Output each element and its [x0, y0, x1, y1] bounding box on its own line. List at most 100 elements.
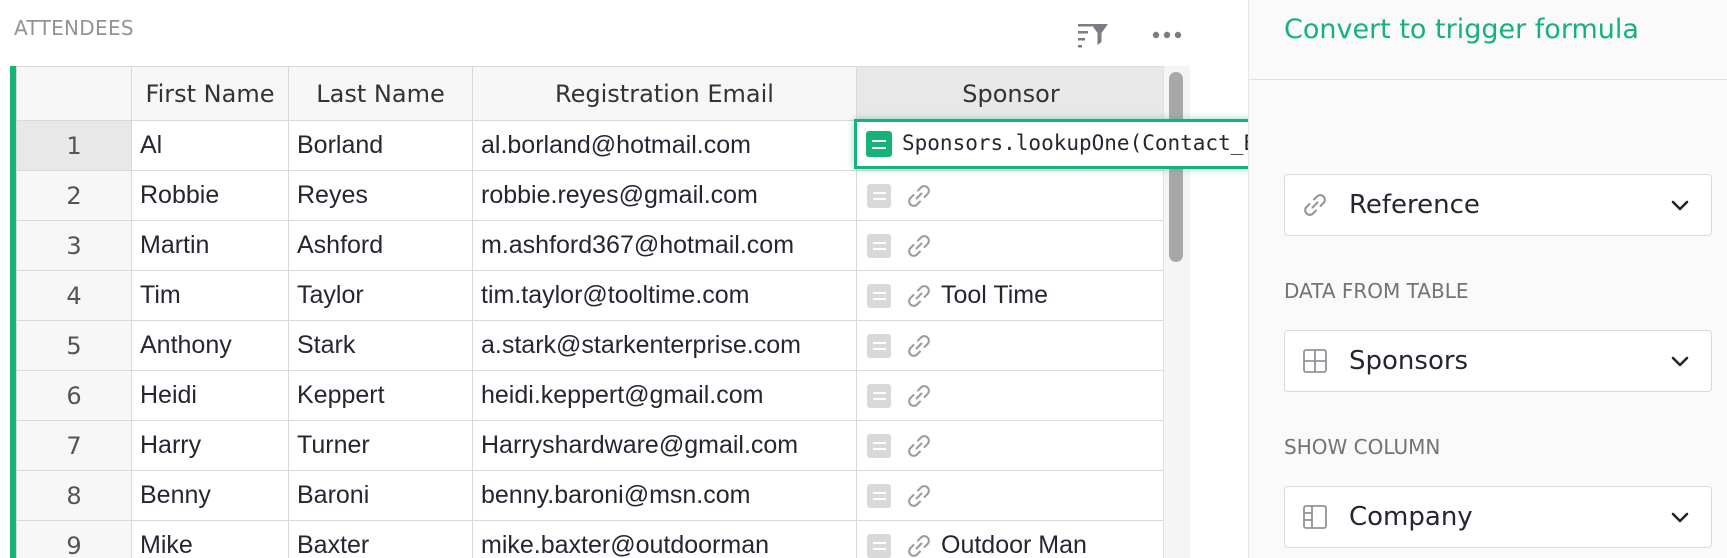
sort-filter-button[interactable]: [1076, 18, 1110, 52]
link-icon: [905, 382, 933, 410]
formula-icon: [867, 483, 891, 508]
table-row[interactable]: 4 Tim Taylor tim.taylor@tooltime.com Tool Ti…: [16, 270, 1166, 321]
cell-sponsor[interactable]: [856, 220, 1166, 271]
column-header-first-name[interactable]: First Name: [131, 66, 289, 121]
cell-registration-email[interactable]: al.borland@hotmail.com: [472, 120, 857, 171]
section-title: ATTENDEES: [14, 16, 134, 40]
data-from-table-label: DATA FROM TABLE: [1284, 279, 1469, 303]
chevron-down-icon: [1671, 512, 1689, 523]
show-column-label: SHOW COLUMN: [1284, 435, 1441, 459]
formula-icon: [867, 383, 891, 408]
formula-icon: [867, 333, 891, 358]
cell-first-name[interactable]: Heidi: [131, 370, 289, 421]
more-options-icon: [1152, 31, 1182, 39]
column-type-value: Reference: [1349, 190, 1480, 220]
cell-sponsor[interactable]: Tool Time: [856, 270, 1166, 321]
more-options-button[interactable]: [1150, 18, 1184, 52]
cell-sponsor[interactable]: [856, 470, 1166, 521]
row-number[interactable]: 8: [16, 470, 132, 521]
cell-registration-email[interactable]: benny.baroni@msn.com: [472, 470, 857, 521]
cell-last-name[interactable]: Taylor: [288, 270, 473, 321]
active-section-indicator: [10, 66, 16, 558]
sort-filter-icon: [1078, 24, 1108, 48]
row-number[interactable]: 4: [16, 270, 132, 321]
row-number[interactable]: 3: [16, 220, 132, 271]
cell-registration-email[interactable]: m.ashford367@hotmail.com: [472, 220, 857, 271]
cell-first-name[interactable]: Anthony: [131, 320, 289, 371]
formula-icon: [866, 131, 892, 157]
cell-registration-email[interactable]: mike.baxter@outdoorman: [472, 520, 857, 558]
table-row[interactable]: 6 Heidi Keppert heidi.keppert@gmail.com: [16, 370, 1166, 421]
cell-first-name[interactable]: Benny: [131, 470, 289, 521]
row-number-header[interactable]: [16, 66, 132, 121]
column-type-select[interactable]: Reference: [1284, 174, 1712, 236]
cell-first-name[interactable]: Tim: [131, 270, 289, 321]
cell-last-name[interactable]: Borland: [288, 120, 473, 171]
row-number[interactable]: 7: [16, 420, 132, 471]
table-row[interactable]: 2 Robbie Reyes robbie.reyes@gmail.com: [16, 170, 1166, 221]
column-icon: [1301, 503, 1329, 531]
row-number[interactable]: 9: [16, 520, 132, 558]
cell-first-name[interactable]: Harry: [131, 420, 289, 471]
cell-sponsor[interactable]: [856, 420, 1166, 471]
cell-first-name[interactable]: Robbie: [131, 170, 289, 221]
show-column-select[interactable]: Company: [1284, 486, 1712, 548]
chevron-down-icon: [1671, 200, 1689, 211]
cell-registration-email[interactable]: a.stark@starkenterprise.com: [472, 320, 857, 371]
cell-sponsor[interactable]: [856, 170, 1166, 221]
formula-icon: [867, 183, 891, 208]
right-panel: Convert to trigger formula Reference DAT…: [1248, 0, 1727, 558]
link-icon: [1301, 191, 1329, 219]
cell-sponsor[interactable]: [856, 370, 1166, 421]
link-icon: [905, 432, 933, 460]
cell-sponsor[interactable]: Outdoor Man: [856, 520, 1166, 558]
link-icon: [905, 332, 933, 360]
cell-last-name[interactable]: Baxter: [288, 520, 473, 558]
formula-icon: [867, 533, 891, 558]
cell-last-name[interactable]: Baroni: [288, 470, 473, 521]
cell-last-name[interactable]: Ashford: [288, 220, 473, 271]
cell-registration-email[interactable]: tim.taylor@tooltime.com: [472, 270, 857, 321]
cell-registration-email[interactable]: heidi.keppert@gmail.com: [472, 370, 857, 421]
formula-icon: [867, 283, 891, 308]
cell-registration-email[interactable]: Harryshardware@gmail.com: [472, 420, 857, 471]
show-column-value: Company: [1349, 502, 1473, 532]
cell-first-name[interactable]: Al: [131, 120, 289, 171]
column-header-registration-email[interactable]: Registration Email: [472, 66, 857, 121]
link-icon: [905, 182, 933, 210]
link-icon: [905, 532, 933, 558]
formula-icon: [867, 233, 891, 258]
panel-divider: [1249, 79, 1727, 80]
cell-last-name[interactable]: Stark: [288, 320, 473, 371]
table-icon: [1301, 347, 1329, 375]
table-row[interactable]: 8 Benny Baroni benny.baroni@msn.com: [16, 470, 1166, 521]
cell-sponsor[interactable]: [856, 320, 1166, 371]
link-icon: [905, 232, 933, 260]
row-number[interactable]: 2: [16, 170, 132, 221]
row-number[interactable]: 1: [16, 120, 132, 171]
cell-last-name[interactable]: Reyes: [288, 170, 473, 221]
table-row[interactable]: 3 Martin Ashford m.ashford367@hotmail.com: [16, 220, 1166, 271]
table-row[interactable]: 5 Anthony Stark a.stark@starkenterprise.com: [16, 320, 1166, 371]
row-number[interactable]: 5: [16, 320, 132, 371]
convert-to-trigger-formula-link[interactable]: Convert to trigger formula: [1284, 14, 1639, 45]
link-icon: [905, 282, 933, 310]
column-header-sponsor[interactable]: Sponsor: [856, 66, 1166, 121]
sponsor-value: Tool Time: [941, 281, 1048, 309]
cell-last-name[interactable]: Turner: [288, 420, 473, 471]
link-icon: [905, 482, 933, 510]
sponsor-value: Outdoor Man: [941, 531, 1087, 558]
column-header-last-name[interactable]: Last Name: [288, 66, 473, 121]
row-number[interactable]: 6: [16, 370, 132, 421]
cell-first-name[interactable]: Martin: [131, 220, 289, 271]
table-row[interactable]: 7 Harry Turner Harryshardware@gmail.com: [16, 420, 1166, 471]
chevron-down-icon: [1671, 356, 1689, 367]
cell-first-name[interactable]: Mike: [131, 520, 289, 558]
header-row: First Name Last Name Registration Email …: [16, 66, 1166, 121]
table-row[interactable]: 9 Mike Baxter mike.baxter@outdoorman Outdoor…: [16, 520, 1166, 558]
cell-registration-email[interactable]: robbie.reyes@gmail.com: [472, 170, 857, 221]
table-select-value: Sponsors: [1349, 346, 1469, 376]
table-select[interactable]: Sponsors: [1284, 330, 1712, 392]
formula-icon: [867, 433, 891, 458]
cell-last-name[interactable]: Keppert: [288, 370, 473, 421]
